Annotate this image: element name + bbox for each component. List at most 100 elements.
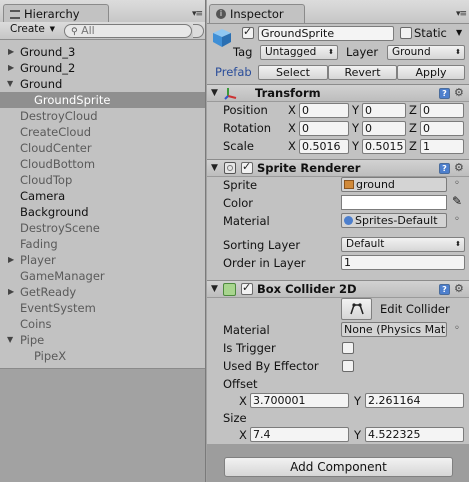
inspector-tab[interactable]: i Inspector [209, 4, 305, 23]
z-label: Z [409, 121, 417, 135]
hierarchy-item[interactable]: GameManager [0, 268, 205, 284]
sprite-renderer-header[interactable]: ▼ Sprite Renderer ? ⚙ [207, 159, 469, 177]
hierarchy-item[interactable]: CreateCloud [0, 124, 205, 140]
object-picker-icon[interactable]: ◦ [454, 323, 460, 334]
hierarchy-item[interactable]: DestroyCloud [0, 108, 205, 124]
hierarchy-item[interactable]: CloudCenter [0, 140, 205, 156]
is-trigger-checkbox[interactable] [342, 342, 354, 354]
position-z-field[interactable]: 0 [420, 103, 464, 118]
eyedropper-icon[interactable]: ✎ [452, 194, 462, 208]
sprite-renderer-enabled-checkbox[interactable] [241, 160, 253, 174]
rotation-x-field[interactable]: 0 [299, 121, 349, 136]
size-y-field[interactable]: 4.522325 [365, 427, 464, 442]
help-icon[interactable]: ? [439, 163, 450, 174]
hierarchy-item[interactable]: ▼ Pipe [0, 332, 205, 348]
create-dropdown[interactable]: Create ▼ [6, 23, 58, 38]
static-label: Static [414, 26, 447, 40]
hierarchy-item[interactable]: ▼ Ground [0, 76, 205, 92]
hierarchy-tab[interactable]: Hierarchy [3, 4, 109, 23]
chevron-down-icon[interactable]: ▼ [456, 28, 462, 37]
tab-menu-icon[interactable]: ▾≡ [456, 9, 467, 19]
expand-arrow-icon[interactable]: ▶ [8, 60, 14, 76]
hierarchy-item[interactable]: CloudBottom [0, 156, 205, 172]
hierarchy-item-label: Camera [20, 189, 66, 203]
x-label: X [288, 103, 296, 117]
collapse-arrow-icon[interactable]: ▼ [211, 163, 218, 173]
prefab-select-button[interactable]: Select [258, 65, 328, 80]
hierarchy-item[interactable]: Coins [0, 316, 205, 332]
hierarchy-item[interactable]: Fading [0, 236, 205, 252]
hierarchy-item-label: Fading [20, 237, 58, 251]
gear-icon[interactable]: ⚙ [454, 86, 464, 99]
expand-arrow-icon[interactable]: ▶ [8, 252, 14, 268]
collapse-arrow-icon[interactable]: ▼ [7, 332, 13, 348]
y-label: Y [352, 103, 360, 117]
box-collider-title: Box Collider 2D [257, 282, 357, 296]
scale-z-field[interactable]: 1 [420, 139, 464, 154]
object-picker-icon[interactable]: ◦ [454, 214, 460, 225]
tab-menu-icon[interactable]: ▾≡ [192, 9, 203, 19]
box-collider-enabled-checkbox[interactable] [241, 281, 253, 295]
used-by-effector-checkbox[interactable] [342, 360, 354, 372]
order-in-layer-field[interactable]: 1 [341, 255, 465, 270]
help-icon[interactable]: ? [439, 284, 450, 295]
layer-label: Layer [346, 45, 379, 59]
position-x-field[interactable]: 0 [299, 103, 349, 118]
sorting-layer-value: Default [346, 238, 385, 250]
collapse-arrow-icon[interactable]: ▼ [7, 76, 13, 92]
hierarchy-item[interactable]: Background [0, 204, 205, 220]
scale-y-field[interactable]: 0.5015 [362, 139, 406, 154]
hierarchy-item[interactable]: CloudTop [0, 172, 205, 188]
prefab-revert-button[interactable]: Revert [328, 65, 397, 80]
expand-arrow-icon[interactable]: ▶ [8, 284, 14, 300]
edit-collider-button[interactable] [341, 298, 372, 320]
object-picker-icon[interactable]: ◦ [454, 178, 460, 189]
active-checkbox[interactable] [242, 25, 254, 39]
hierarchy-item[interactable]: Camera [0, 188, 205, 204]
hierarchy-item[interactable]: DestroyScene [0, 220, 205, 236]
transform-header[interactable]: ▼ Transform ? ⚙ [207, 84, 469, 102]
position-y-field[interactable]: 0 [362, 103, 406, 118]
sprite-field[interactable]: ground [341, 177, 447, 192]
hierarchy-panel: Hierarchy ▾≡ Create ▼ ⚲ All ▶ Ground_3 ▶… [0, 0, 206, 482]
rotation-y-field[interactable]: 0 [362, 121, 406, 136]
material-field[interactable]: Sprites-Default [341, 213, 447, 228]
sorting-layer-dropdown[interactable]: Default ⬍ [341, 237, 465, 252]
prefab-apply-button[interactable]: Apply [397, 65, 465, 80]
collapse-arrow-icon[interactable]: ▼ [211, 88, 218, 98]
size-x-field[interactable]: 7.4 [250, 427, 349, 442]
hierarchy-search-input[interactable]: ⚲ All [64, 24, 192, 38]
sprite-label: Sprite [223, 178, 258, 192]
chevron-down-icon: ▼ [49, 25, 55, 33]
scale-x-field[interactable]: 0.5016 [299, 139, 349, 154]
expand-arrow-icon[interactable]: ▶ [8, 44, 14, 60]
material-value: Sprites-Default [355, 214, 438, 227]
collider-material-field[interactable]: None (Physics Mat [341, 322, 447, 337]
help-icon[interactable]: ? [439, 88, 450, 99]
transform-icon [224, 86, 238, 100]
hierarchy-item[interactable]: ▶ GetReady [0, 284, 205, 300]
object-name-field[interactable]: GroundSprite [258, 26, 394, 41]
collapse-arrow-icon[interactable]: ▼ [211, 284, 218, 294]
static-checkbox[interactable] [400, 27, 412, 39]
hierarchy-item[interactable]: EventSystem [0, 300, 205, 316]
hierarchy-item-label: DestroyCloud [20, 109, 98, 123]
offset-label: Offset [223, 377, 258, 391]
box-collider-header[interactable]: ▼ Box Collider 2D ? ⚙ [207, 280, 469, 298]
hierarchy-item[interactable]: PipeX [0, 348, 205, 364]
hierarchy-item[interactable]: ▶ Ground_2 [0, 60, 205, 76]
layer-dropdown[interactable]: Ground ⬍ [387, 45, 465, 60]
hierarchy-item[interactable]: ▶ Ground_3 [0, 44, 205, 60]
hierarchy-item[interactable]: ▶ Player [0, 252, 205, 268]
gear-icon[interactable]: ⚙ [454, 161, 464, 174]
position-label: Position [223, 103, 268, 117]
offset-y-field[interactable]: 2.261164 [365, 393, 464, 408]
tag-dropdown[interactable]: Untagged ⬍ [260, 45, 338, 60]
hierarchy-item-selected[interactable]: GroundSprite [0, 92, 205, 108]
rotation-z-field[interactable]: 0 [420, 121, 464, 136]
offset-x-field[interactable]: 3.700001 [250, 393, 349, 408]
hierarchy-item-label: Pipe [20, 333, 45, 347]
color-swatch[interactable] [341, 195, 447, 210]
add-component-button[interactable]: Add Component [224, 457, 453, 477]
gear-icon[interactable]: ⚙ [454, 282, 464, 295]
